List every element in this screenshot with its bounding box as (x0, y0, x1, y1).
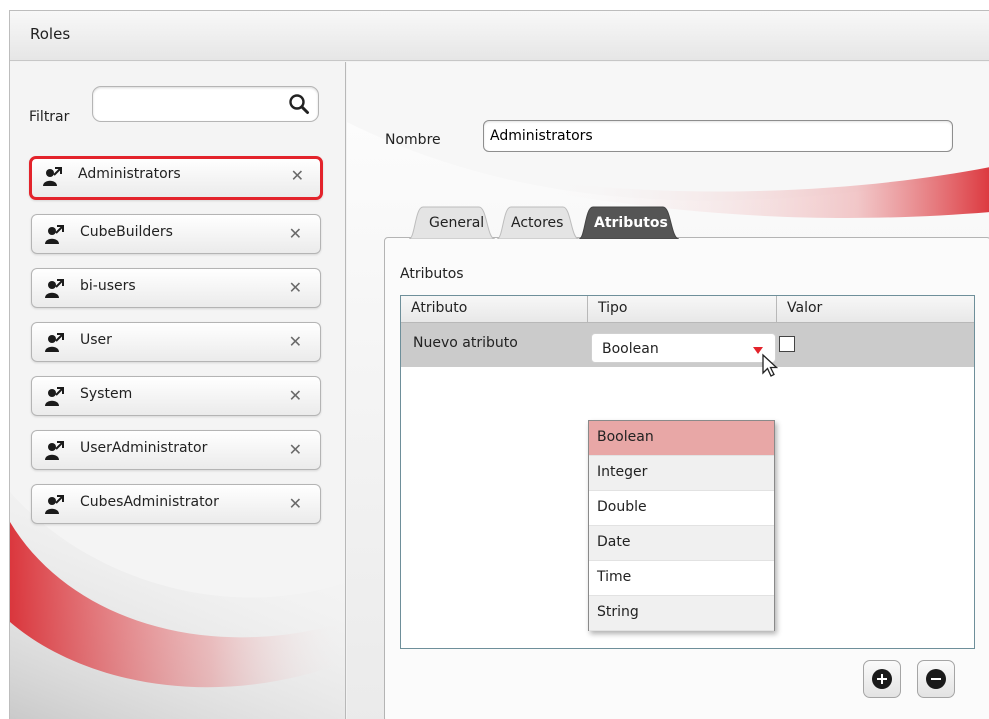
user-role-icon (45, 279, 64, 298)
roles-list: Administrators ✕ CubeBuilders ✕ bi-users… (29, 156, 323, 538)
close-icon[interactable]: ✕ (289, 386, 302, 405)
close-icon[interactable]: ✕ (289, 440, 302, 459)
nombre-input[interactable] (483, 120, 953, 152)
option-date[interactable]: Date (589, 526, 774, 561)
tab-actores-label: Actores (511, 215, 564, 231)
option-boolean[interactable]: Boolean (589, 421, 774, 456)
atributo-name-cell[interactable]: Nuevo atributo (413, 335, 518, 351)
tab-general[interactable]: General (407, 205, 497, 239)
role-item-useradministrator[interactable]: UserAdministrator ✕ (31, 430, 321, 470)
option-time[interactable]: Time (589, 561, 774, 596)
option-integer[interactable]: Integer (589, 456, 774, 491)
user-role-icon (45, 387, 64, 406)
atributos-section-label: Atributos (400, 266, 464, 282)
search-icon[interactable] (288, 93, 310, 115)
column-header-atributo[interactable]: Atributo (401, 296, 588, 322)
role-label: User (80, 332, 112, 348)
close-icon[interactable]: ✕ (291, 166, 304, 185)
nombre-label: Nombre (385, 132, 441, 148)
user-role-icon (45, 225, 64, 244)
table-header: Atributo Tipo Valor (401, 296, 974, 323)
user-role-icon (43, 167, 62, 186)
roles-window: Roles Filtrar Administrators ✕ CubeBuild… (9, 10, 989, 719)
role-item-administrators[interactable]: Administrators ✕ (29, 156, 323, 200)
title-bar: Roles (10, 11, 989, 61)
option-string[interactable]: String (589, 596, 774, 631)
close-icon[interactable]: ✕ (289, 278, 302, 297)
filter-input[interactable] (103, 87, 283, 119)
column-header-tipo[interactable]: Tipo (588, 296, 777, 322)
mouse-cursor-icon (762, 353, 779, 377)
remove-icon (926, 669, 946, 689)
filter-field[interactable] (92, 86, 319, 122)
tab-atributos[interactable]: Atributos (577, 205, 681, 239)
tab-actores[interactable]: Actores (495, 205, 581, 239)
role-item-user[interactable]: User ✕ (31, 322, 321, 362)
role-detail-pane: Nombre General Actores Atributos Atribut… (347, 62, 989, 719)
add-button[interactable] (863, 660, 901, 698)
role-item-bi-users[interactable]: bi-users ✕ (31, 268, 321, 308)
role-label: Administrators (78, 166, 181, 182)
tipo-dropdown-list: Boolean Integer Double Date Time String (588, 420, 775, 631)
role-label: UserAdministrator (80, 440, 208, 456)
user-role-icon (45, 495, 64, 514)
role-item-cubebuilders[interactable]: CubeBuilders ✕ (31, 214, 321, 254)
close-icon[interactable]: ✕ (289, 332, 302, 351)
filter-label: Filtrar (29, 109, 70, 125)
tipo-selected-value: Boolean (602, 341, 659, 357)
user-role-icon (45, 441, 64, 460)
role-item-cubesadministrator[interactable]: CubesAdministrator ✕ (31, 484, 321, 524)
remove-button[interactable] (917, 660, 955, 698)
close-icon[interactable]: ✕ (289, 494, 302, 513)
table-row[interactable]: Nuevo atributo Boolean (401, 323, 974, 377)
tab-atributos-label: Atributos (594, 215, 668, 231)
valor-checkbox[interactable] (779, 336, 795, 352)
option-double[interactable]: Double (589, 491, 774, 526)
roles-list-pane: Filtrar Administrators ✕ CubeBuilders ✕ … (10, 62, 346, 719)
role-label: CubeBuilders (80, 224, 173, 240)
role-label: bi-users (80, 278, 136, 294)
tab-general-label: General (429, 215, 485, 231)
column-header-valor[interactable]: Valor (777, 296, 976, 322)
role-label: CubesAdministrator (80, 494, 219, 510)
role-item-system[interactable]: System ✕ (31, 376, 321, 416)
add-icon (872, 669, 892, 689)
window-title: Roles (30, 25, 71, 43)
role-label: System (80, 386, 133, 402)
user-role-icon (45, 333, 64, 352)
close-icon[interactable]: ✕ (289, 224, 302, 243)
tipo-combobox[interactable]: Boolean (591, 333, 776, 363)
